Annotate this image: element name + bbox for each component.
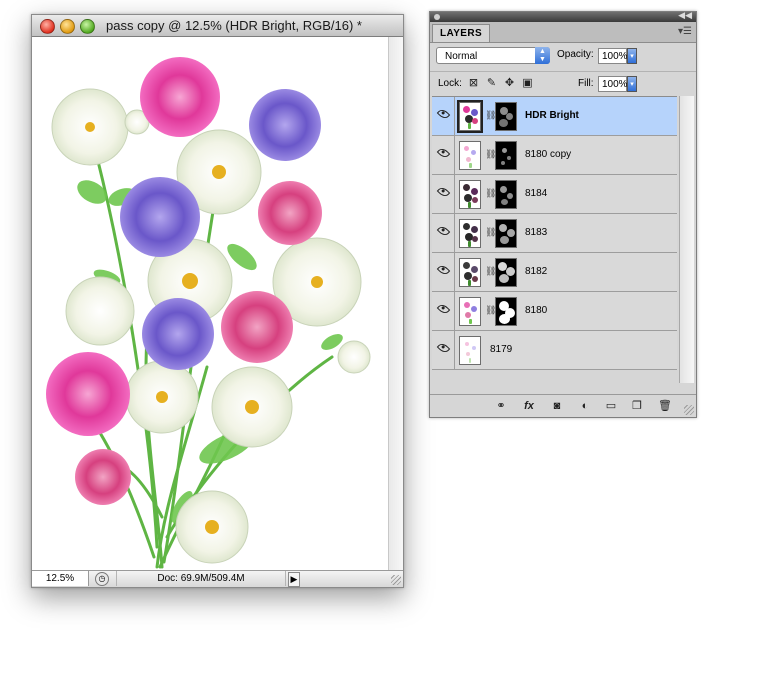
lock-row: Lock: ⊠ ✎ ✥ ▣ Fill: 100% ▾ xyxy=(430,71,696,96)
layer-name: HDR Bright xyxy=(525,110,579,121)
resize-grip-icon[interactable] xyxy=(391,575,401,585)
document-status-bar: 12.5% ◷ Doc: 69.9M/509.4M ▶ xyxy=(32,570,403,587)
layer-mask-thumbnail[interactable] xyxy=(495,141,517,170)
panel-collapse-icon[interactable]: ◀◀ xyxy=(678,10,692,21)
visibility-toggle[interactable] xyxy=(432,214,455,252)
opacity-dropdown-icon[interactable]: ▾ xyxy=(627,48,637,64)
eye-icon xyxy=(436,185,451,199)
layer-thumbnail[interactable] xyxy=(459,141,481,170)
minimize-window-button[interactable] xyxy=(60,19,75,34)
lock-position-move-icon[interactable]: ✥ xyxy=(504,78,515,89)
adjustment-layer-icon[interactable]: ◐ xyxy=(578,399,592,413)
layer-name: 8180 copy xyxy=(525,149,572,160)
visibility-toggle[interactable] xyxy=(432,292,455,330)
new-layer-icon[interactable]: ❐ xyxy=(630,399,644,413)
document-title: pass copy @ 12.5% (HDR Bright, RGB/16) * xyxy=(106,18,362,33)
layer-mask-thumbnail[interactable] xyxy=(495,219,517,248)
add-mask-icon[interactable]: ◙ xyxy=(550,399,564,413)
zoom-level-field[interactable]: 12.5% xyxy=(32,571,89,586)
layer-thumbnail[interactable] xyxy=(457,100,483,133)
panel-footer: ⚭ fx ◙ ◐ ▭ ❐ 🗑 xyxy=(430,394,696,417)
layer-mask-thumbnail[interactable] xyxy=(495,180,517,209)
opacity-field[interactable]: 100% xyxy=(598,48,628,64)
link-layers-icon[interactable]: ⚭ xyxy=(494,399,508,413)
fill-label: Fill: xyxy=(578,78,594,89)
vertical-scrollbar[interactable] xyxy=(388,37,403,571)
layer-thumbnail[interactable] xyxy=(459,180,481,209)
layer-mask-thumbnail[interactable] xyxy=(495,297,517,326)
eye-icon xyxy=(436,107,451,121)
layer-name: 8184 xyxy=(525,188,548,199)
select-arrows-icon: ▲ ▼ xyxy=(535,47,550,64)
lock-label: Lock: xyxy=(438,78,462,89)
eye-icon xyxy=(436,146,451,160)
lock-all-icon[interactable]: ▣ xyxy=(522,78,533,89)
panel-resize-grip-icon[interactable] xyxy=(684,405,694,415)
visibility-toggle[interactable] xyxy=(432,97,455,135)
layer-name: 8179 xyxy=(490,344,513,355)
link-chain-icon[interactable]: ⛓ xyxy=(485,110,496,121)
visibility-toggle[interactable] xyxy=(432,175,455,213)
lock-transparency-icon[interactable]: ⊠ xyxy=(468,78,479,89)
layer-row-8184[interactable]: ⛓ 8184 xyxy=(432,175,677,214)
visibility-toggle[interactable] xyxy=(432,253,455,291)
layer-options-row: Normal ▲ ▼ Opacity: 100% ▾ xyxy=(430,43,696,70)
layers-panel: ◀◀ LAYERS ▾☰ Normal ▲ ▼ Opacity: 100% ▾ L… xyxy=(429,10,697,418)
layer-row-8180[interactable]: ⛓ 8180 xyxy=(432,292,677,331)
layer-row-hdr-bright[interactable]: ⛓ HDR Bright xyxy=(432,97,677,136)
eye-icon xyxy=(436,224,451,238)
layer-style-fx-icon[interactable]: fx xyxy=(522,399,536,413)
layer-thumbnail[interactable] xyxy=(459,258,481,287)
eye-icon xyxy=(436,302,451,316)
delete-layer-trash-icon[interactable]: 🗑 xyxy=(658,399,672,413)
panel-menu-icon[interactable]: ▾☰ xyxy=(678,26,692,37)
layer-row-8182[interactable]: ⛓ 8182 xyxy=(432,253,677,292)
visibility-toggle[interactable] xyxy=(432,136,455,174)
layer-name: 8180 xyxy=(525,305,548,316)
tab-layers[interactable]: LAYERS xyxy=(432,24,491,42)
layer-list: ⛓ HDR Bright ⛓ 8180 copy ⛓ 8184 ⛓ 8183 ⛓… xyxy=(432,96,677,384)
flower-bouquet-image xyxy=(46,57,371,569)
link-chain-icon[interactable]: ⛓ xyxy=(485,149,496,160)
layer-row-8183[interactable]: ⛓ 8183 xyxy=(432,214,677,253)
eye-icon xyxy=(436,263,451,277)
panel-header-bar[interactable]: ◀◀ xyxy=(430,10,696,22)
image-canvas[interactable] xyxy=(32,37,389,571)
document-titlebar[interactable]: pass copy @ 12.5% (HDR Bright, RGB/16) * xyxy=(32,15,403,37)
opacity-label: Opacity: xyxy=(557,49,594,60)
link-chain-icon[interactable]: ⛓ xyxy=(485,227,496,238)
link-chain-icon[interactable]: ⛓ xyxy=(485,305,496,316)
blend-mode-select[interactable]: Normal ▲ ▼ xyxy=(436,47,550,64)
status-menu-arrow-icon[interactable]: ▶ xyxy=(288,572,300,587)
visibility-toggle[interactable] xyxy=(432,331,455,369)
blend-mode-value: Normal xyxy=(445,51,478,62)
layer-row-8180-copy[interactable]: ⛓ 8180 copy xyxy=(432,136,677,175)
layer-thumbnail[interactable] xyxy=(459,219,481,248)
layer-row-8179[interactable]: 8179 xyxy=(432,331,677,370)
fill-dropdown-icon[interactable]: ▾ xyxy=(627,76,637,92)
lock-pixels-brush-icon[interactable]: ✎ xyxy=(486,78,497,89)
layer-name: 8182 xyxy=(525,266,548,277)
document-size-info[interactable]: Doc: 69.9M/509.4M xyxy=(116,571,286,586)
status-clock-icon: ◷ xyxy=(95,572,109,586)
layer-list-scrollbar[interactable] xyxy=(679,96,694,383)
close-window-button[interactable] xyxy=(40,19,55,34)
layer-thumbnail[interactable] xyxy=(459,336,481,365)
panel-close-icon[interactable] xyxy=(434,14,440,20)
new-group-folder-icon[interactable]: ▭ xyxy=(604,399,618,413)
zoom-window-button[interactable] xyxy=(80,19,95,34)
fill-field[interactable]: 100% xyxy=(598,76,628,92)
panel-tab-row: LAYERS ▾☰ xyxy=(430,22,696,43)
link-chain-icon[interactable]: ⛓ xyxy=(485,188,496,199)
layer-name: 8183 xyxy=(525,227,548,238)
layer-mask-thumbnail[interactable] xyxy=(495,102,517,131)
layer-thumbnail[interactable] xyxy=(459,297,481,326)
layer-mask-thumbnail[interactable] xyxy=(495,258,517,287)
document-window[interactable]: pass copy @ 12.5% (HDR Bright, RGB/16) * xyxy=(31,14,404,588)
eye-icon xyxy=(436,341,451,355)
link-chain-icon[interactable]: ⛓ xyxy=(485,266,496,277)
